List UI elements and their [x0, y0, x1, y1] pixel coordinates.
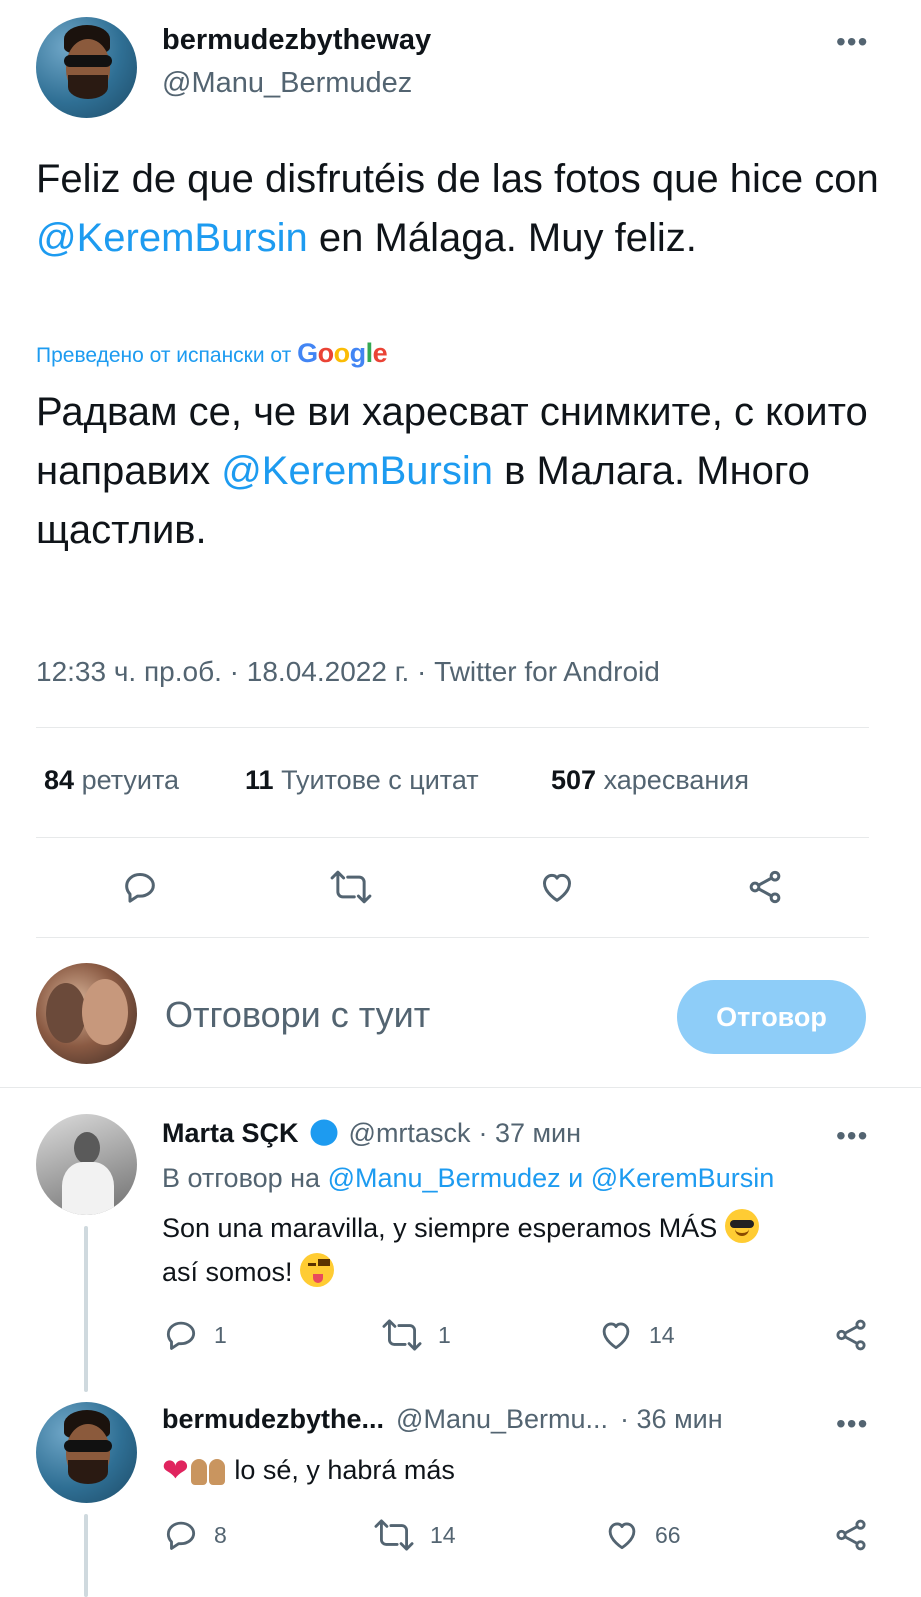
share-icon [836, 1319, 866, 1351]
tweet-timestamp[interactable]: 12:33 ч. пр.об. · 18.04.2022 г. · Twitte… [36, 656, 660, 688]
reply-text-line: Son una maravilla, y siempre esperamos M… [162, 1213, 718, 1243]
like-icon[interactable] [535, 865, 579, 909]
reply-author-handle[interactable]: @mrtasck [349, 1118, 471, 1149]
in-reply-to: В отговор на @Manu_Bermudez и @KeremBurs… [162, 1163, 774, 1194]
retweets-label: ретуита [81, 765, 180, 795]
share-icon[interactable] [743, 865, 787, 909]
likes-count: 507 [551, 765, 597, 795]
reply-header: Marta SÇK @mrtasck · 37 мин [162, 1116, 581, 1150]
reply-text-line: lo sé, y habrá más [234, 1455, 455, 1485]
quotes-label: Туитове с цитат [281, 765, 479, 795]
verified-badge-icon [307, 1116, 341, 1150]
reply-action-reply[interactable]: 1 [162, 1316, 227, 1354]
share-icon [836, 1519, 866, 1551]
thread-line [84, 1514, 88, 1597]
reply-header: bermudezbythe... @Manu_Bermu... · 36 мин [162, 1404, 723, 1435]
winking-tongue-emoji-icon [300, 1253, 335, 1287]
mention-link[interactable]: @Manu_Bermudez [328, 1163, 561, 1193]
in-reply-label: В отговор на [162, 1163, 321, 1193]
likes-label: харесвания [603, 765, 749, 795]
mention-link[interactable]: @KeremBursin [221, 449, 493, 493]
reply-author-name[interactable]: bermudezbythe... [162, 1404, 384, 1435]
reply-avatar[interactable] [36, 1402, 137, 1503]
like-count: 66 [655, 1521, 681, 1548]
reply-button[interactable]: Отговор [677, 980, 866, 1054]
translation-attribution[interactable]: Преведено от испански от Google [36, 338, 388, 369]
reply-icon [166, 1321, 196, 1350]
in-reply-and: и [568, 1163, 584, 1193]
retweet-count: 14 [430, 1521, 456, 1548]
reply-icon[interactable] [118, 865, 162, 909]
reply-action-reply[interactable]: 8 [162, 1516, 227, 1554]
thread-line [84, 1226, 88, 1392]
reply-action-share[interactable] [832, 1516, 870, 1554]
reply-count: 1 [214, 1321, 227, 1348]
reply-more-icon[interactable]: ••• [836, 1410, 868, 1438]
translated-text: Радвам се, че ви харесват снимките, с ко… [36, 383, 896, 560]
reply-action-retweet[interactable]: 14 [372, 1516, 456, 1554]
reply-author-name[interactable]: Marta SÇK [162, 1118, 299, 1149]
retweet-icon [374, 1519, 414, 1551]
tweet-text: Feliz de que disfrutéis de las fotos que… [36, 150, 896, 268]
divider [36, 837, 869, 838]
translation-label: Преведено от испански от [36, 344, 292, 367]
reply-action-retweet[interactable]: 1 [380, 1316, 451, 1354]
author-avatar[interactable] [36, 17, 137, 118]
compose-input[interactable]: Отговори с туит [165, 994, 645, 1036]
reply-text: Son una maravilla, y siempre esperamos M… [162, 1206, 862, 1294]
more-options-icon[interactable]: ••• [836, 28, 868, 56]
tweet-text-part: en Málaga. Muy feliz. [307, 216, 697, 260]
reply-avatar[interactable] [36, 1114, 137, 1215]
retweet-icon[interactable] [326, 865, 376, 909]
like-icon [602, 1322, 630, 1350]
reply-text: ❤ lo sé, y habrá más [162, 1448, 455, 1492]
google-logo: Google [297, 338, 388, 368]
quotes-stat[interactable]: 11 Туитове с цитат [245, 765, 479, 796]
like-icon [608, 1522, 636, 1550]
reply-action-like[interactable]: 14 [597, 1316, 675, 1354]
raising-hands-emoji-icon [189, 1451, 227, 1485]
divider [36, 727, 869, 728]
current-user-avatar[interactable] [36, 963, 137, 1064]
reply-time[interactable]: · 37 мин [478, 1118, 581, 1149]
reply-icon [166, 1521, 196, 1550]
red-heart-emoji-icon: ❤ [162, 1452, 189, 1488]
likes-stat[interactable]: 507 харесвания [551, 765, 749, 796]
reply-action-like[interactable]: 66 [603, 1516, 681, 1554]
author-display-name[interactable]: bermudezbytheway [162, 24, 431, 57]
retweet-icon [382, 1319, 422, 1351]
divider [0, 1087, 921, 1088]
retweets-stat[interactable]: 84 ретуита [44, 765, 179, 796]
retweets-count: 84 [44, 765, 75, 795]
mention-link[interactable]: @KeremBursin [591, 1163, 774, 1193]
like-count: 14 [649, 1321, 675, 1348]
quotes-count: 11 [245, 765, 274, 795]
reply-count: 8 [214, 1521, 227, 1548]
reply-author-handle[interactable]: @Manu_Bermu... [396, 1404, 608, 1435]
reply-time[interactable]: · 36 мин [620, 1404, 723, 1435]
divider [36, 937, 869, 938]
retweet-count: 1 [438, 1321, 451, 1348]
reply-text-line: así somos! [162, 1257, 293, 1287]
reply-more-icon[interactable]: ••• [836, 1122, 868, 1150]
tweet-text-part: Feliz de que disfrutéis de las fotos que… [36, 157, 879, 201]
reply-action-share[interactable] [832, 1316, 870, 1354]
sunglasses-emoji-icon [724, 1209, 759, 1243]
mention-link[interactable]: @KeremBursin [36, 216, 308, 260]
author-handle[interactable]: @Manu_Bermudez [162, 67, 412, 100]
